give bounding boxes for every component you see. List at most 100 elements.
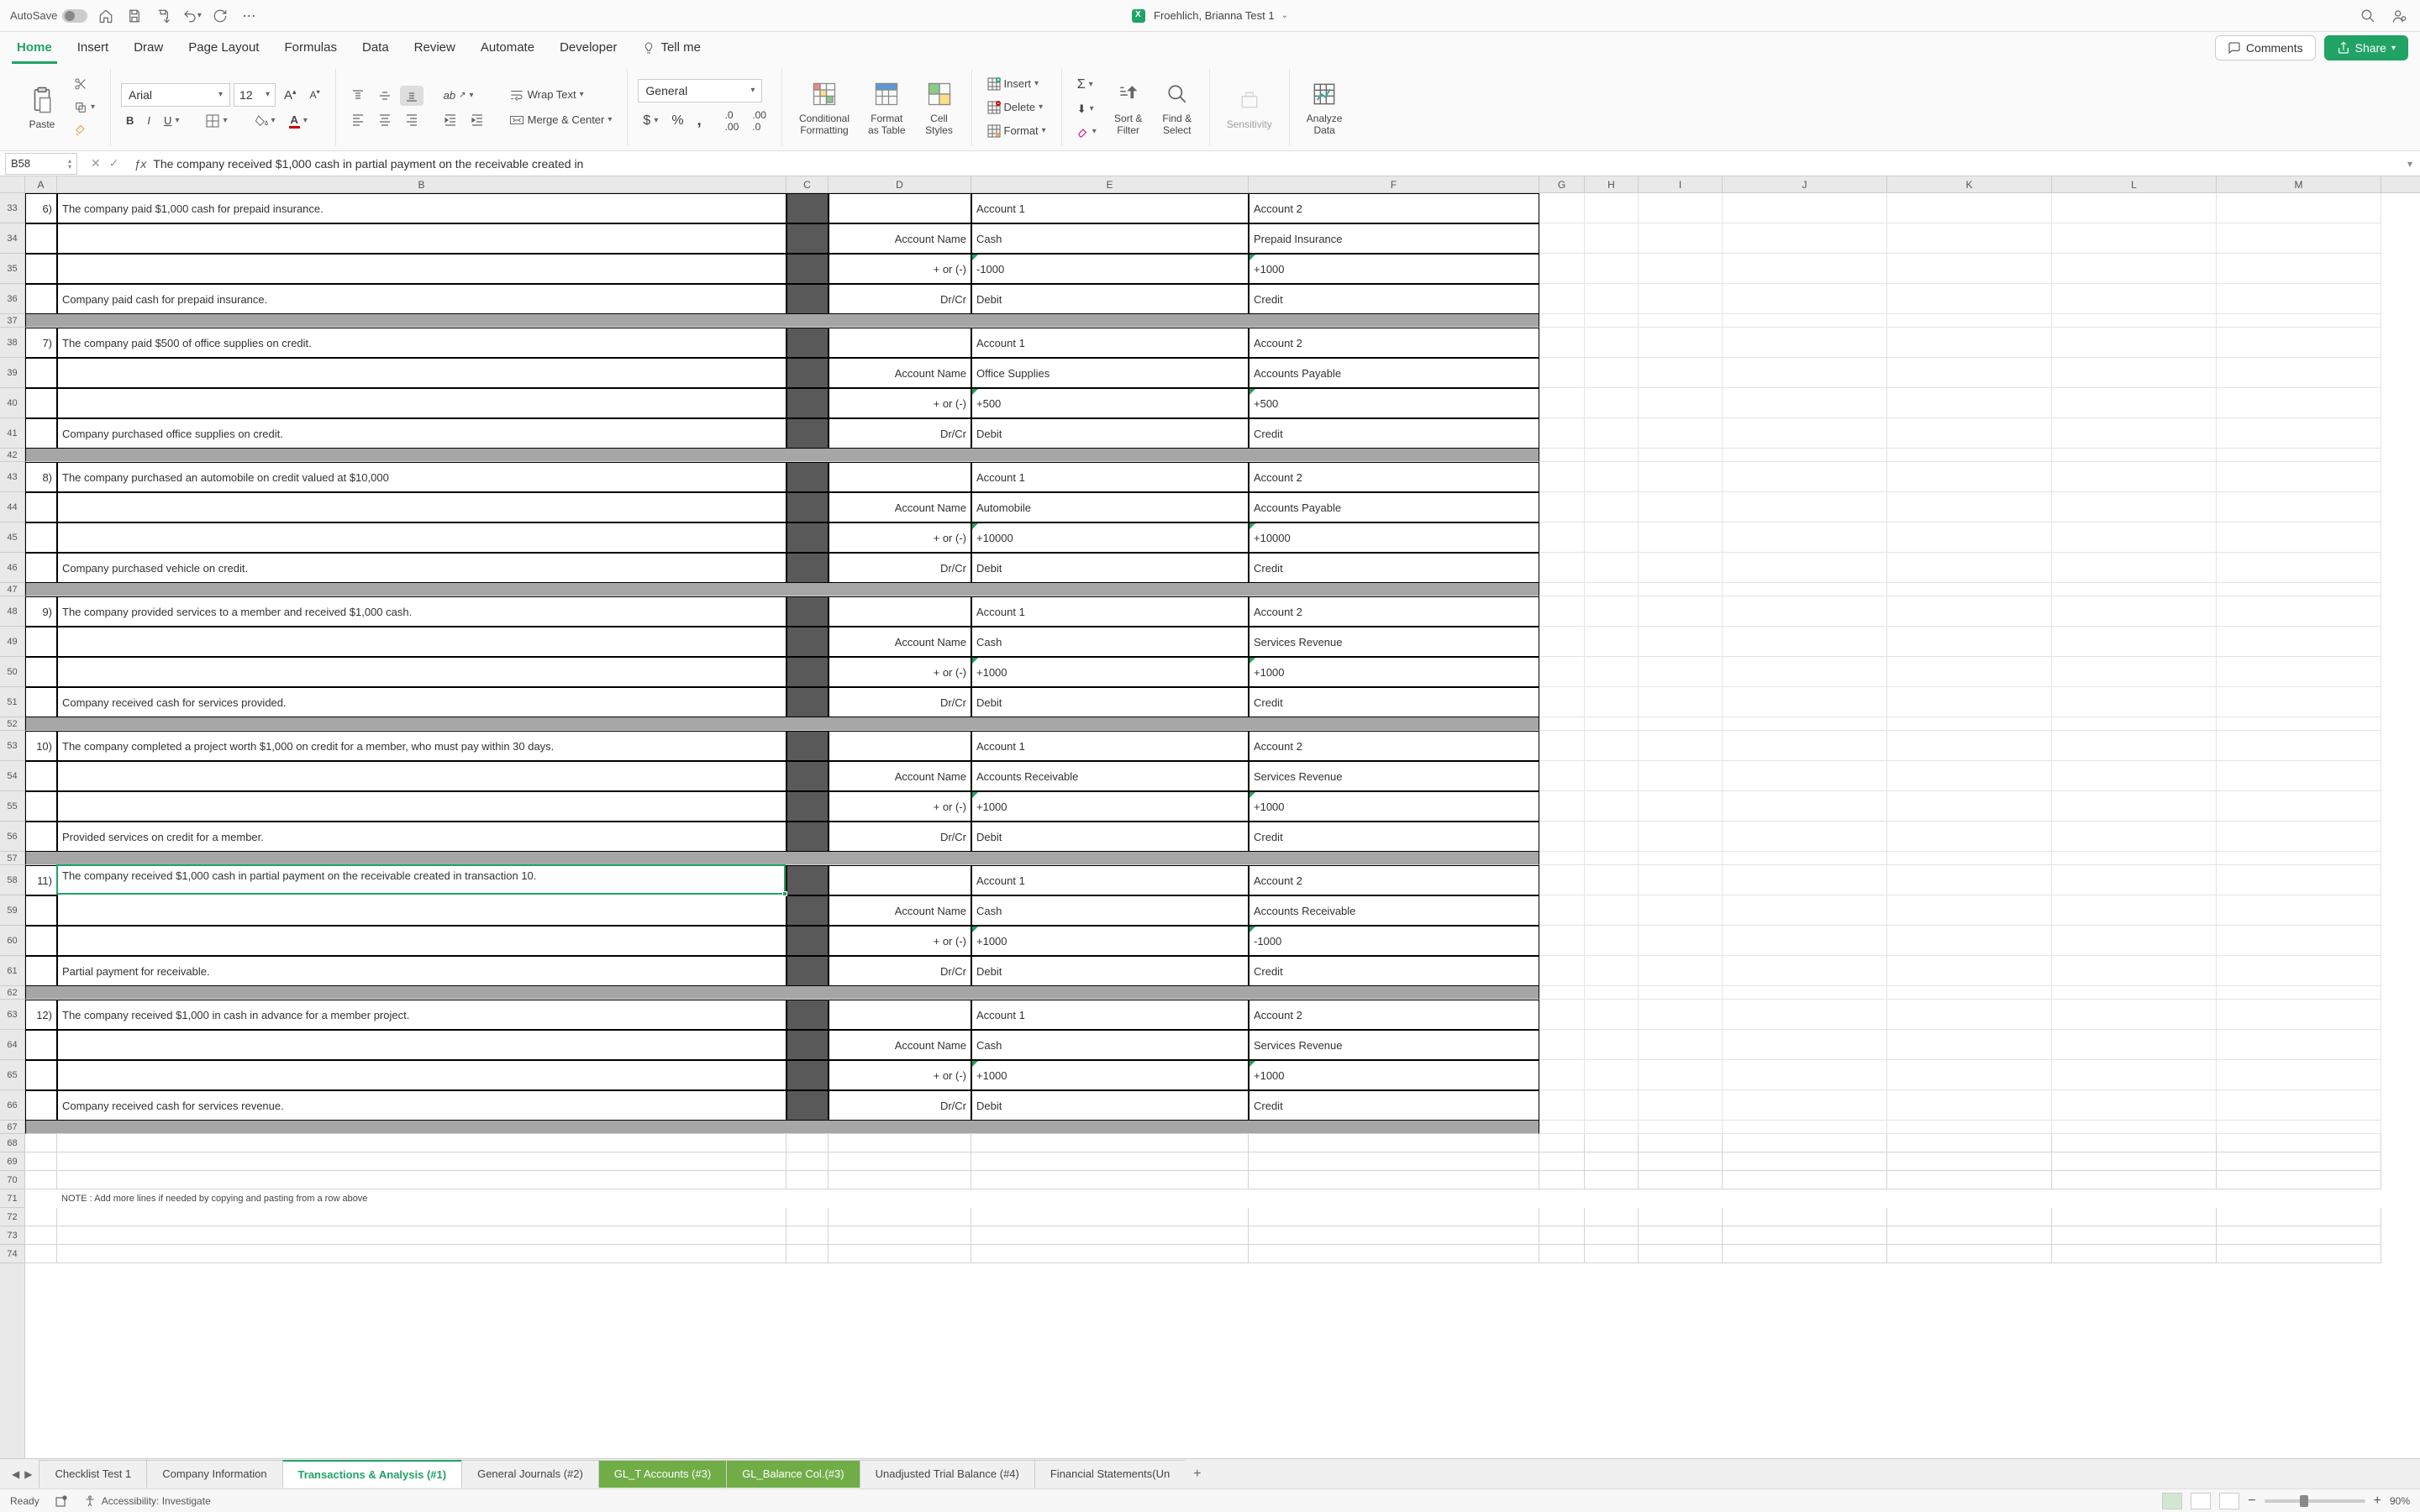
account-2-name[interactable]: Accounts Payable bbox=[1249, 358, 1539, 388]
empty-cell[interactable] bbox=[2052, 449, 2217, 462]
decrease-font-button[interactable]: A▾ bbox=[305, 85, 325, 104]
sensitivity-button[interactable]: Sensitivity bbox=[1220, 81, 1279, 134]
empty-cell[interactable] bbox=[1723, 1171, 1887, 1189]
empty-cell[interactable] bbox=[1723, 1030, 1887, 1060]
empty-cell[interactable] bbox=[1539, 865, 1585, 895]
account-1-name[interactable]: Cash bbox=[971, 627, 1249, 657]
empty-cell[interactable] bbox=[1887, 761, 2052, 791]
row-label-plus-minus[interactable]: + or (-) bbox=[829, 791, 971, 822]
row-header-60[interactable]: 60 bbox=[0, 926, 24, 956]
cell[interactable] bbox=[57, 388, 786, 418]
empty-cell[interactable] bbox=[1639, 956, 1723, 986]
empty-cell[interactable] bbox=[1887, 314, 2052, 328]
empty-cell[interactable] bbox=[1585, 731, 1639, 761]
font-color-button[interactable]: A ▾ bbox=[284, 110, 313, 132]
empty-cell[interactable] bbox=[1539, 717, 1585, 731]
insert-cells-button[interactable]: Insert ▾ bbox=[982, 74, 1051, 94]
cut-button[interactable] bbox=[69, 74, 100, 94]
empty-cell[interactable] bbox=[1639, 926, 1723, 956]
row-header-59[interactable]: 59 bbox=[0, 895, 24, 926]
cell[interactable] bbox=[57, 254, 786, 284]
row-label-account-name[interactable]: Account Name bbox=[829, 895, 971, 926]
sheet-tab-3[interactable]: General Journals (#2) bbox=[461, 1460, 599, 1488]
account-2-drcr[interactable]: Credit bbox=[1249, 956, 1539, 986]
column-header-H[interactable]: H bbox=[1585, 176, 1639, 192]
empty-cell[interactable] bbox=[2217, 926, 2381, 956]
column-header-C[interactable]: C bbox=[786, 176, 829, 192]
cell[interactable] bbox=[829, 328, 971, 358]
row-header-56[interactable]: 56 bbox=[0, 822, 24, 852]
empty-cell[interactable] bbox=[1887, 553, 2052, 583]
empty-cell[interactable] bbox=[1585, 328, 1639, 358]
empty-cell[interactable] bbox=[1539, 822, 1585, 852]
empty-cell[interactable] bbox=[25, 1208, 57, 1226]
row-header-55[interactable]: 55 bbox=[0, 791, 24, 822]
formula-input[interactable]: The company received $1,000 cash in part… bbox=[153, 157, 2400, 171]
row-header-41[interactable]: 41 bbox=[0, 418, 24, 449]
empty-cell[interactable] bbox=[1723, 418, 1887, 449]
empty-cell[interactable] bbox=[1887, 865, 2052, 895]
cell[interactable] bbox=[25, 418, 57, 449]
empty-cell[interactable] bbox=[1585, 956, 1639, 986]
empty-cell[interactable] bbox=[1585, 388, 1639, 418]
empty-cell[interactable] bbox=[1639, 1060, 1723, 1090]
find-select-button[interactable]: Find &Select bbox=[1155, 76, 1199, 139]
empty-cell[interactable] bbox=[1887, 627, 2052, 657]
empty-cell[interactable] bbox=[2052, 865, 2217, 895]
row-header-39[interactable]: 39 bbox=[0, 358, 24, 388]
empty-cell[interactable] bbox=[2052, 986, 2217, 1000]
empty-cell[interactable] bbox=[2217, 596, 2381, 627]
empty-cell[interactable] bbox=[1639, 717, 1723, 731]
cell[interactable] bbox=[57, 627, 786, 657]
empty-cell[interactable] bbox=[2217, 223, 2381, 254]
transaction-description[interactable]: The company received $1,000 cash in part… bbox=[57, 865, 786, 926]
row-label-plus-minus[interactable]: + or (-) bbox=[829, 254, 971, 284]
empty-cell[interactable] bbox=[829, 1208, 971, 1226]
cell[interactable] bbox=[25, 522, 57, 553]
fx-icon[interactable]: ƒx bbox=[134, 157, 146, 171]
empty-cell[interactable] bbox=[971, 1152, 1249, 1171]
empty-cell[interactable] bbox=[1539, 193, 1585, 223]
account-2-amount[interactable]: +1000 bbox=[1249, 791, 1539, 822]
save-icon[interactable] bbox=[124, 6, 145, 26]
empty-cell[interactable] bbox=[1585, 865, 1639, 895]
empty-cell[interactable] bbox=[2217, 687, 2381, 717]
empty-cell[interactable] bbox=[1585, 462, 1639, 492]
page-layout-view-button[interactable] bbox=[2191, 1493, 2211, 1509]
row-label-drcr[interactable]: Dr/Cr bbox=[829, 822, 971, 852]
row-header-70[interactable]: 70 bbox=[0, 1171, 24, 1189]
empty-cell[interactable] bbox=[1887, 657, 2052, 687]
empty-cell[interactable] bbox=[1639, 761, 1723, 791]
document-title[interactable]: Froehlich, Brianna Test 1 bbox=[1154, 9, 1275, 22]
row-header-62[interactable]: 62 bbox=[0, 986, 24, 1000]
empty-cell[interactable] bbox=[1887, 791, 2052, 822]
cell[interactable] bbox=[829, 462, 971, 492]
account-2-drcr[interactable]: Credit bbox=[1249, 553, 1539, 583]
empty-cell[interactable] bbox=[1887, 687, 2052, 717]
empty-cell[interactable] bbox=[1539, 1090, 1585, 1121]
account-2-name[interactable]: Services Revenue bbox=[1249, 761, 1539, 791]
column-header-M[interactable]: M bbox=[2217, 176, 2381, 192]
empty-cell[interactable] bbox=[2217, 254, 2381, 284]
sheet-tab-5[interactable]: GL_Balance Col.(#3) bbox=[726, 1460, 860, 1488]
row-header-37[interactable]: 37 bbox=[0, 314, 24, 328]
borders-button[interactable]: ▾ bbox=[201, 111, 232, 131]
align-right-button[interactable] bbox=[400, 109, 424, 129]
empty-cell[interactable] bbox=[1539, 926, 1585, 956]
account-1-header[interactable]: Account 1 bbox=[971, 193, 1249, 223]
row-label-drcr[interactable]: Dr/Cr bbox=[829, 956, 971, 986]
sheet-tab-2[interactable]: Transactions & Analysis (#1) bbox=[282, 1460, 463, 1488]
empty-cell[interactable] bbox=[1639, 852, 1723, 865]
empty-cell[interactable] bbox=[2052, 596, 2217, 627]
transaction-number[interactable]: 12) bbox=[25, 1000, 57, 1030]
empty-cell[interactable] bbox=[1539, 1208, 1585, 1226]
empty-cell[interactable] bbox=[1887, 1121, 2052, 1134]
empty-cell[interactable] bbox=[2052, 492, 2217, 522]
empty-cell[interactable] bbox=[1539, 492, 1585, 522]
align-center-button[interactable] bbox=[373, 109, 397, 129]
row-header-74[interactable]: 74 bbox=[0, 1245, 24, 1263]
align-middle-button[interactable] bbox=[373, 86, 397, 106]
empty-cell[interactable] bbox=[1539, 1000, 1585, 1030]
account-1-amount[interactable]: +1000 bbox=[971, 1060, 1249, 1090]
empty-cell[interactable] bbox=[1887, 583, 2052, 596]
